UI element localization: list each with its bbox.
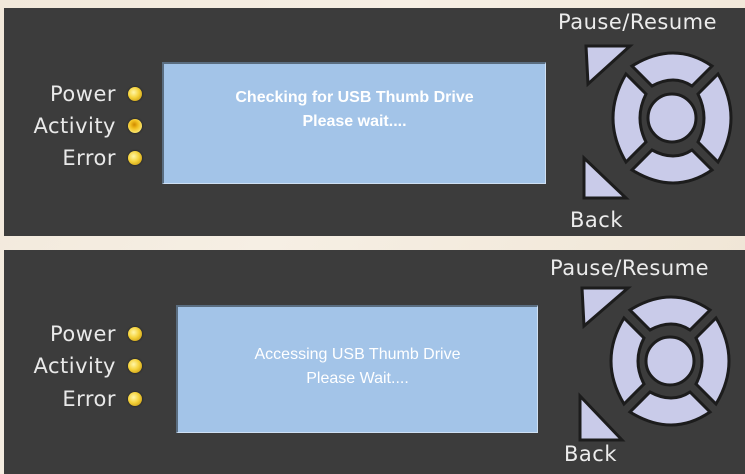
activity-label: Activity [33, 354, 116, 378]
navigation-keypad [582, 40, 738, 204]
power-label: Power [50, 322, 116, 346]
up-button[interactable] [629, 51, 715, 88]
error-label: Error [62, 387, 116, 411]
pause-resume-label: Pause/Resume [558, 10, 718, 34]
power-led-icon [128, 87, 142, 101]
led-row-error: Error [4, 383, 144, 415]
control-panel-2: Power Activity Error Accessing USB Thumb… [4, 250, 745, 474]
navigation-keypad [576, 284, 736, 448]
activity-led-icon [128, 359, 142, 373]
select-button[interactable] [644, 335, 696, 387]
lcd-display: Checking for USB Thumb Drive Please wait… [162, 62, 546, 184]
lcd-display: Accessing USB Thumb Drive Please Wait...… [176, 305, 538, 433]
right-button[interactable] [696, 71, 733, 165]
lcd-line-1: Checking for USB Thumb Drive [235, 89, 474, 106]
power-label: Power [50, 82, 116, 106]
back-button[interactable] [578, 392, 626, 442]
down-button[interactable] [627, 390, 713, 427]
pause-resume-label: Pause/Resume [550, 256, 710, 280]
led-row-error: Error [4, 142, 144, 174]
lcd-line-1: Accessing USB Thumb Drive [254, 346, 461, 363]
down-button[interactable] [629, 148, 715, 185]
activity-led-icon [128, 119, 142, 133]
lcd-line-2: Please wait.... [302, 113, 407, 130]
select-button[interactable] [646, 92, 698, 144]
control-panel-1: Power Activity Error Checking for USB Th… [4, 8, 745, 236]
right-button[interactable] [694, 315, 731, 407]
up-button[interactable] [627, 295, 713, 332]
led-row-activity: Activity [4, 350, 144, 382]
lcd-line-2: Please Wait.... [306, 370, 409, 387]
led-row-power: Power [4, 78, 144, 110]
activity-label: Activity [33, 114, 116, 138]
error-label: Error [62, 146, 116, 170]
left-button[interactable] [609, 315, 646, 407]
left-button[interactable] [611, 71, 648, 165]
led-indicators: Power Activity Error [4, 8, 144, 236]
led-row-power: Power [4, 318, 144, 350]
back-button[interactable] [582, 154, 630, 200]
led-indicators: Power Activity Error [4, 250, 144, 474]
error-led-icon [128, 392, 142, 406]
power-led-icon [128, 327, 142, 341]
led-row-activity: Activity [4, 110, 144, 142]
back-label: Back [570, 208, 623, 232]
error-led-icon [128, 151, 142, 165]
